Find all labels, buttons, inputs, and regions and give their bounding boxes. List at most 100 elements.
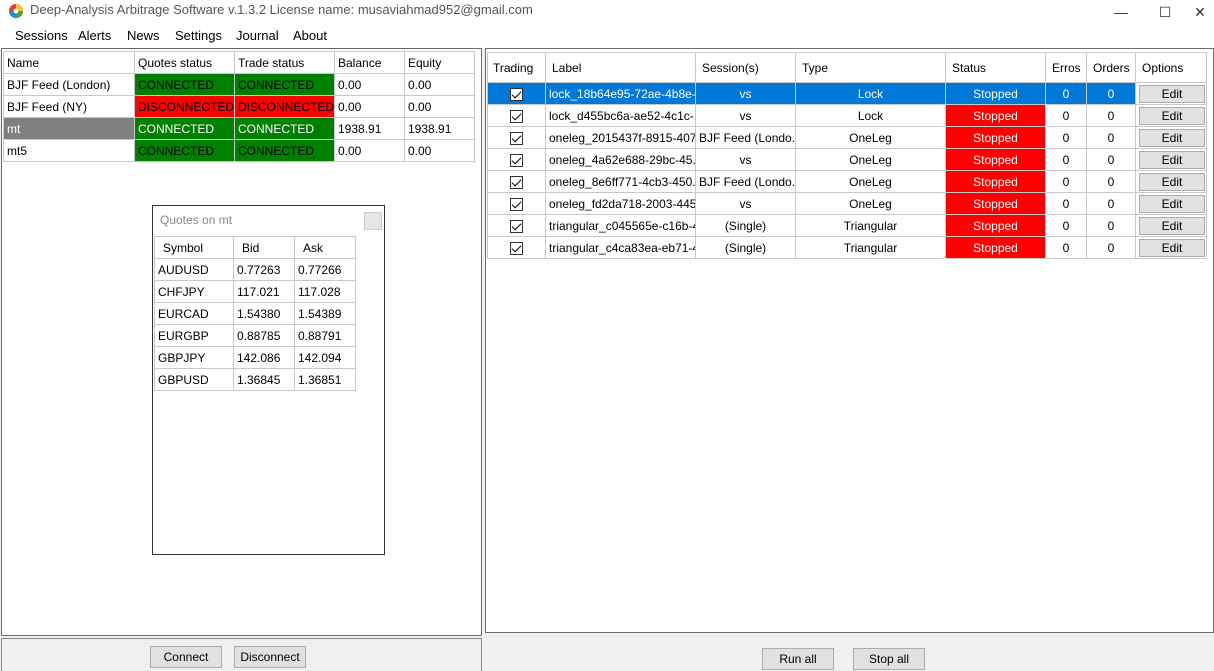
table-row[interactable]: EURCAD 1.54380 1.54389: [154, 302, 356, 325]
table-row[interactable]: BJF Feed (London) CONNECTED CONNECTED 0.…: [3, 73, 475, 96]
menu-alerts[interactable]: Alerts: [78, 28, 111, 44]
quotes-table: Symbol Bid Ask AUDUSD 0.77263 0.77266 CH…: [154, 236, 356, 391]
connect-button[interactable]: Connect: [150, 646, 222, 668]
column-header-type[interactable]: Type: [795, 52, 946, 83]
table-row[interactable]: mt5 CONNECTED CONNECTED 0.00 0.00: [3, 139, 475, 162]
table-row[interactable]: CHFJPY 117.021 117.028: [154, 280, 356, 303]
minimize-button[interactable]: —: [1098, 0, 1144, 24]
quotes-status-badge: CONNECTED: [134, 73, 235, 96]
column-header-orders[interactable]: Orders: [1086, 52, 1136, 83]
options-cell: Edit: [1135, 82, 1207, 105]
trading-checkbox[interactable]: [510, 87, 523, 101]
strategy-label: oneleg_4a62e688-29bc-45...: [545, 148, 696, 171]
menu-about[interactable]: About: [293, 28, 327, 44]
trading-checkbox[interactable]: [510, 219, 523, 233]
strategy-status: Stopped: [945, 170, 1046, 193]
quote-symbol: GBPUSD: [154, 368, 234, 391]
quote-symbol: EURCAD: [154, 302, 234, 325]
column-header-balance[interactable]: Balance: [334, 51, 405, 74]
balance-value: 0.00: [334, 73, 405, 96]
strategy-label: lock_d455bc6a-ae52-4c1c-...: [545, 104, 696, 127]
column-header-options[interactable]: Options: [1135, 52, 1207, 83]
edit-button[interactable]: Edit: [1139, 128, 1205, 147]
close-icon: ✕: [1194, 3, 1206, 20]
options-cell: Edit: [1135, 170, 1207, 193]
menu-journal[interactable]: Journal: [236, 28, 279, 44]
menu-bar: Sessions Alerts News Settings Journal Ab…: [0, 24, 1214, 48]
table-row[interactable]: EURGBP 0.88785 0.88791: [154, 324, 356, 347]
table-row[interactable]: mt CONNECTED CONNECTED 1938.91 1938.91: [3, 117, 475, 140]
column-header-errors[interactable]: Erros: [1045, 52, 1087, 83]
run-all-button[interactable]: Run all: [762, 648, 834, 670]
table-row[interactable]: GBPUSD 1.36845 1.36851: [154, 368, 356, 391]
equity-value: 0.00: [404, 139, 475, 162]
table-row[interactable]: BJF Feed (NY) DISCONNECTED DISCONNECTED …: [3, 95, 475, 118]
strategy-sessions: BJF Feed (Londo...: [695, 126, 796, 149]
strategy-errors: 0: [1045, 214, 1087, 237]
session-name: BJF Feed (London): [3, 73, 135, 96]
strategy-status: Stopped: [945, 192, 1046, 215]
close-button[interactable]: ✕: [1186, 0, 1214, 24]
stop-all-button[interactable]: Stop all: [853, 648, 925, 670]
table-row[interactable]: lock_18b64e95-72ae-4b8e-... vs Lock Stop…: [487, 82, 1207, 105]
trade-status-badge: CONNECTED: [234, 139, 335, 162]
column-header-trade-status[interactable]: Trade status: [234, 51, 335, 74]
menu-sessions[interactable]: Sessions: [15, 28, 68, 44]
table-row[interactable]: oneleg_8e6ff771-4cb3-450... BJF Feed (Lo…: [487, 170, 1207, 193]
column-header-name[interactable]: Name: [3, 51, 135, 74]
column-header-status[interactable]: Status: [945, 52, 1046, 83]
column-header-label[interactable]: Label: [545, 52, 696, 83]
quote-symbol: CHFJPY: [154, 280, 234, 303]
table-row[interactable]: GBPJPY 142.086 142.094: [154, 346, 356, 369]
trading-checkbox[interactable]: [510, 197, 523, 211]
trading-checkbox-cell: [487, 148, 546, 171]
quotes-status-badge: DISCONNECTED: [134, 95, 235, 118]
trading-checkbox[interactable]: [510, 175, 523, 189]
table-row[interactable]: triangular_c4ca83ea-eb71-4... (Single) T…: [487, 236, 1207, 259]
column-header-ask[interactable]: Ask: [294, 236, 356, 259]
strategy-sessions: vs: [695, 148, 796, 171]
column-header-symbol[interactable]: Symbol: [154, 236, 234, 259]
table-row[interactable]: lock_d455bc6a-ae52-4c1c-... vs Lock Stop…: [487, 104, 1207, 127]
options-cell: Edit: [1135, 236, 1207, 259]
strategy-type: OneLeg: [795, 192, 946, 215]
quote-bid: 0.88785: [233, 324, 295, 347]
edit-button[interactable]: Edit: [1139, 106, 1205, 125]
trading-checkbox[interactable]: [510, 153, 523, 167]
column-header-sessions[interactable]: Session(s): [695, 52, 796, 83]
maximize-icon: ☐: [1158, 3, 1172, 20]
edit-button[interactable]: Edit: [1139, 238, 1205, 257]
strategy-errors: 0: [1045, 192, 1087, 215]
quote-ask: 0.77266: [294, 258, 356, 281]
table-row[interactable]: AUDUSD 0.77263 0.77266: [154, 258, 356, 281]
options-cell: Edit: [1135, 192, 1207, 215]
edit-button[interactable]: Edit: [1139, 216, 1205, 235]
table-row[interactable]: triangular_c045565e-c16b-4... (Single) T…: [487, 214, 1207, 237]
edit-button[interactable]: Edit: [1139, 84, 1205, 103]
table-row[interactable]: oneleg_2015437f-8915-407... BJF Feed (Lo…: [487, 126, 1207, 149]
quote-symbol: GBPJPY: [154, 346, 234, 369]
table-row[interactable]: oneleg_fd2da718-2003-445... vs OneLeg St…: [487, 192, 1207, 215]
column-header-equity[interactable]: Equity: [404, 51, 475, 74]
strategy-type: Lock: [795, 104, 946, 127]
edit-button[interactable]: Edit: [1139, 194, 1205, 213]
disconnect-button[interactable]: Disconnect: [234, 646, 306, 668]
trading-checkbox[interactable]: [510, 131, 523, 145]
maximize-button[interactable]: ☐: [1142, 0, 1188, 24]
column-header-bid[interactable]: Bid: [233, 236, 295, 259]
table-row[interactable]: oneleg_4a62e688-29bc-45... vs OneLeg Sto…: [487, 148, 1207, 171]
trade-status-badge: DISCONNECTED: [234, 95, 335, 118]
edit-button[interactable]: Edit: [1139, 172, 1205, 191]
column-header-trading[interactable]: Trading: [487, 52, 546, 83]
quotes-close-button[interactable]: [364, 212, 382, 230]
edit-button[interactable]: Edit: [1139, 150, 1205, 169]
strategy-label: lock_18b64e95-72ae-4b8e-...: [545, 82, 696, 105]
menu-news[interactable]: News: [127, 28, 160, 44]
quote-ask: 117.028: [294, 280, 356, 303]
trading-checkbox[interactable]: [510, 109, 523, 123]
trading-checkbox[interactable]: [510, 241, 523, 255]
quotes-window[interactable]: Quotes on mt Symbol Bid Ask AUDUSD 0.772…: [152, 205, 385, 555]
menu-settings[interactable]: Settings: [175, 28, 222, 44]
balance-value: 0.00: [334, 95, 405, 118]
column-header-quotes-status[interactable]: Quotes status: [134, 51, 235, 74]
